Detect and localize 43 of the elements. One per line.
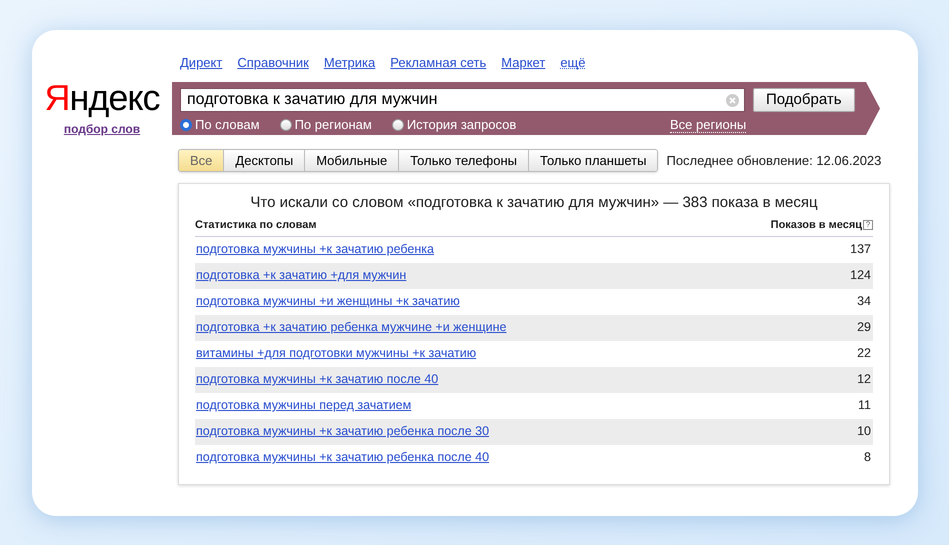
count-cell-text: 10 — [857, 423, 872, 440]
logo: Яндекс — [44, 78, 160, 118]
count-cell-text: 124 — [850, 267, 872, 284]
phrase-link[interactable]: подготовка мужчины +и женщины +к зачатию — [196, 292, 460, 311]
phrase-link[interactable]: подготовка мужчины перед зачатием — [196, 396, 412, 415]
count-cell-text: 12 — [857, 371, 872, 388]
nav-link[interactable]: Метрика — [324, 53, 376, 82]
clear-icon[interactable] — [726, 94, 739, 107]
search-field[interactable]: подготовка к зачатию для мужчин — [180, 88, 745, 112]
phrase-link[interactable]: витамины +для подготовки мужчины +к зачатию — [196, 344, 476, 363]
mode-radio[interactable]: История запросов — [392, 115, 516, 134]
device-tab[interactable]: Только планшеты — [528, 150, 658, 171]
column-header: Статистика по словам — [195, 218, 317, 233]
device-tab[interactable]: Только телефоны — [398, 150, 528, 171]
nav-link[interactable]: Директ — [180, 53, 222, 82]
count-cell-text: 8 — [864, 449, 872, 466]
phrase-link[interactable]: подготовка мужчины +к зачатию после 40 — [196, 370, 438, 389]
nav-link[interactable]: Маркет — [501, 53, 546, 82]
results-title: Что искали со словом «подготовка к зачатию для мужчин» — 383 показа в месяц — [249, 193, 819, 213]
device-tab[interactable]: Мобильные — [304, 150, 398, 171]
mode-radio[interactable]: По регионам — [280, 115, 372, 134]
phrase-link[interactable]: подготовка +к зачатию +для мужчин — [196, 266, 406, 285]
help-icon[interactable]: ? — [863, 220, 873, 230]
search-button[interactable]: Подобрать — [753, 88, 855, 112]
count-cell-text: 29 — [857, 319, 872, 336]
count-cell-text: 22 — [857, 345, 872, 362]
phrase-link[interactable]: подготовка +к зачатию ребенка мужчине +и женщине — [196, 318, 507, 337]
count-cell-text: 137 — [850, 241, 872, 258]
nav-link[interactable]: Справочник — [237, 53, 309, 82]
phrase-link[interactable]: подготовка мужчины +к зачатию ребенка после 30 — [196, 422, 490, 441]
region-link[interactable]: Все регионы — [670, 116, 746, 133]
count-cell-text: 11 — [858, 397, 872, 414]
phrase-link[interactable]: подготовка мужчины +к зачатию ребенка после 40 — [196, 448, 490, 467]
phrase-link[interactable]: подготовка мужчины +к зачатию ребенка — [196, 240, 434, 259]
count-cell-text: 34 — [857, 293, 872, 310]
mode-radio[interactable]: По словам — [180, 115, 260, 134]
device-tab[interactable]: Десктопы — [223, 150, 304, 171]
column-header: Показов в месяц — [770, 218, 862, 233]
service-link[interactable]: подбор слов — [64, 120, 140, 138]
device-tab[interactable]: Все — [179, 150, 224, 171]
last-update-text: Последнее обновление: 12.06.2023 — [666, 152, 882, 170]
more-link[interactable]: ещё — [560, 53, 586, 69]
nav-link[interactable]: Рекламная сеть — [390, 53, 486, 82]
